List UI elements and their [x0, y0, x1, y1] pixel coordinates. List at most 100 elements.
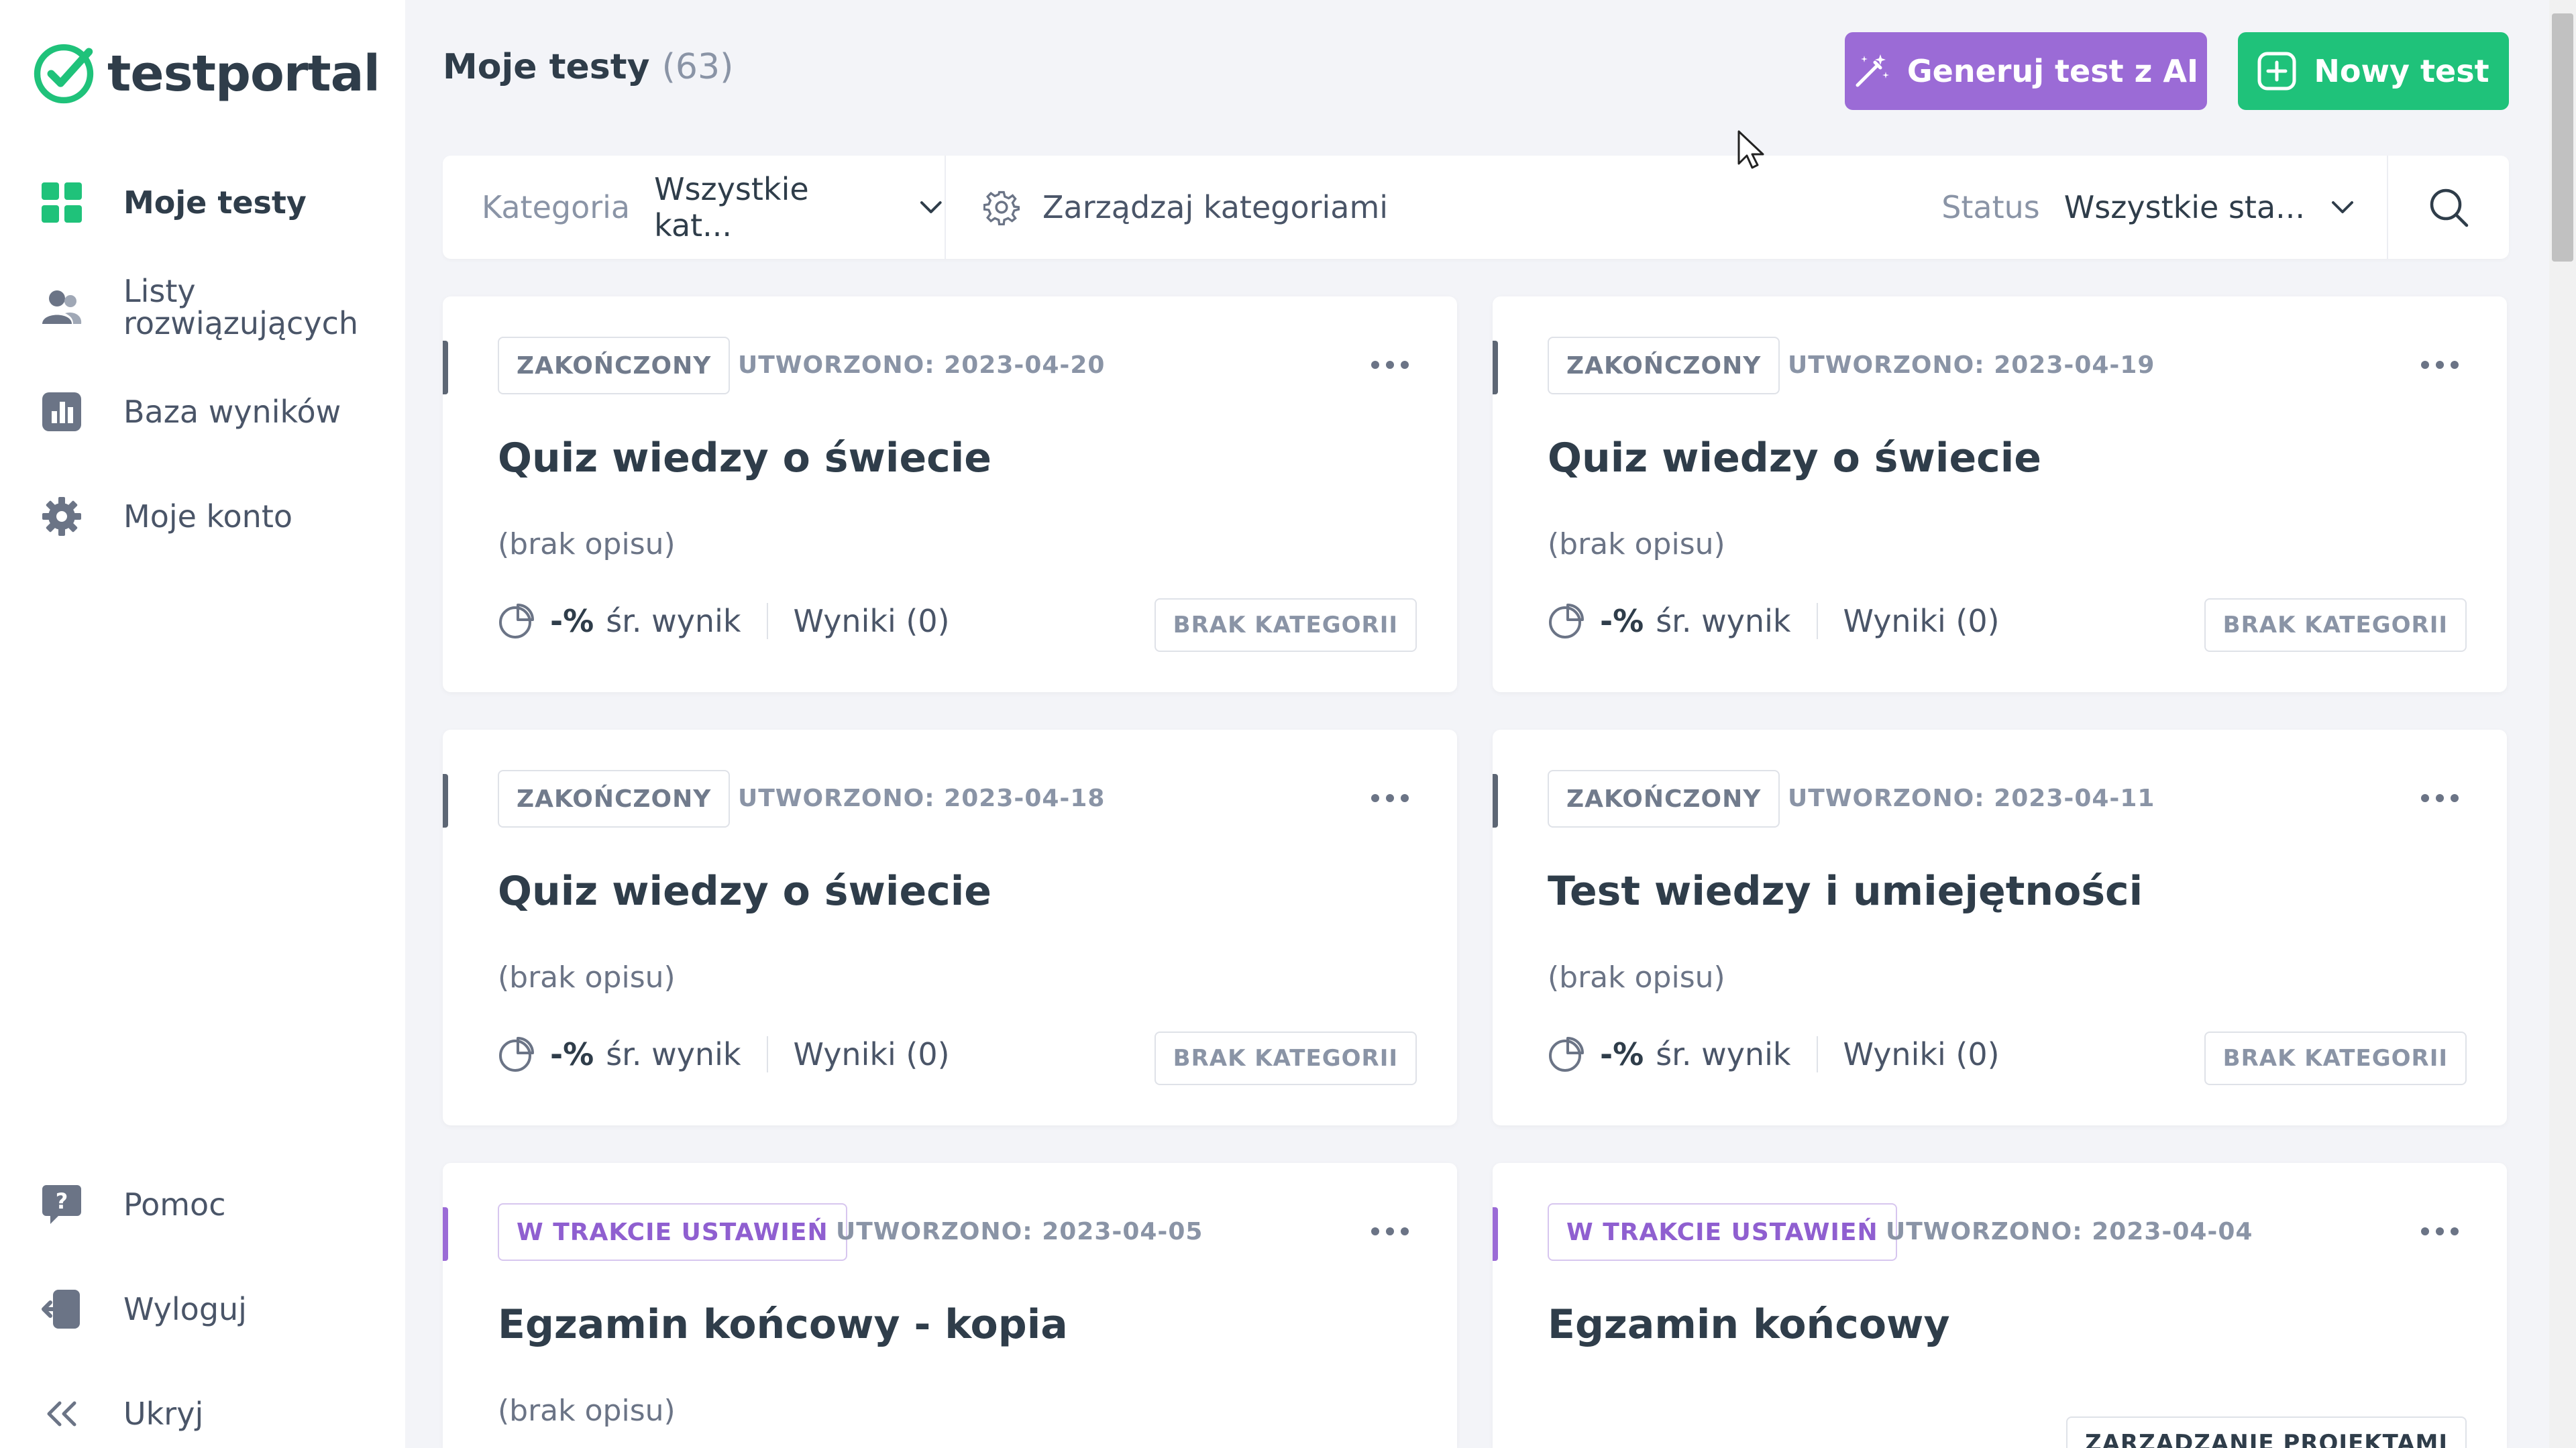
manage-categories-link[interactable]: Zarządzaj kategoriami	[946, 156, 1941, 259]
results-link[interactable]: Wyniki (0)	[794, 1036, 950, 1072]
avg-score-label: śr. wynik	[606, 1036, 741, 1072]
test-card[interactable]: ZAKOŃCZONY UTWORZONO: 2023-04-20 Quiz wi…	[443, 296, 1457, 692]
sidebar-item-label: Moje testy	[123, 184, 307, 221]
sidebar-item-baza-wynikow[interactable]: Baza wyników	[40, 390, 341, 433]
category-tag[interactable]: BRAK KATEGORII	[2204, 598, 2467, 652]
scrollbar[interactable]	[2549, 0, 2576, 1448]
avg-score-value: -%	[1600, 603, 1644, 639]
sidebar-item-moje-testy[interactable]: Moje testy	[40, 181, 307, 224]
new-test-label: Nowy test	[2314, 53, 2489, 89]
category-label: Kategoria	[482, 189, 631, 225]
pie-chart-icon	[1549, 604, 1584, 638]
sidebar-item-ukryj[interactable]: Ukryj	[40, 1392, 203, 1435]
more-options-icon[interactable]	[1370, 785, 1410, 812]
test-description: (brak opisu)	[498, 1394, 676, 1428]
bar-chart-icon	[40, 390, 83, 433]
users-icon	[40, 286, 83, 329]
logo[interactable]: testportal	[32, 40, 380, 107]
results-link[interactable]: Wyniki (0)	[1843, 1036, 2000, 1072]
more-options-icon[interactable]	[1370, 1218, 1410, 1245]
category-filter[interactable]: Kategoria Wszystkie kat...	[443, 156, 946, 259]
test-card[interactable]: ZAKOŃCZONY UTWORZONO: 2023-04-19 Quiz wi…	[1493, 296, 2507, 692]
page-title: Moje testy (63)	[443, 47, 734, 87]
status-badge: ZAKOŃCZONY	[1548, 337, 1780, 394]
category-value: Wszystkie kat...	[654, 171, 809, 243]
sidebar-item-moje-konto[interactable]: Moje konto	[40, 495, 292, 538]
results-link[interactable]: Wyniki (0)	[1843, 603, 2000, 639]
test-count: (63)	[661, 47, 734, 87]
search-button[interactable]	[2388, 156, 2509, 259]
more-options-icon[interactable]	[2420, 1218, 2460, 1245]
category-tag[interactable]: ZARZĄDZANIE PROJEKTAMI	[2065, 1416, 2467, 1448]
test-description: (brak opisu)	[498, 527, 676, 561]
status-filter[interactable]: Status Wszystkie sta...	[1941, 156, 2388, 259]
category-tag[interactable]: BRAK KATEGORII	[2204, 1032, 2467, 1085]
avg-score-value: -%	[550, 603, 594, 639]
test-card[interactable]: ZAKOŃCZONY UTWORZONO: 2023-04-18 Quiz wi…	[443, 730, 1457, 1125]
card-accent	[443, 1207, 448, 1261]
test-title[interactable]: Test wiedzy i umiejętności	[1548, 868, 2143, 915]
avg-score-value: -%	[1600, 1036, 1644, 1072]
divider	[766, 1036, 768, 1072]
sidebar-item-label: Wyloguj	[123, 1291, 247, 1327]
test-card[interactable]: ZAKOŃCZONY UTWORZONO: 2023-04-11 Test wi…	[1493, 730, 2507, 1125]
test-description: (brak opisu)	[498, 960, 676, 995]
mouse-cursor-icon	[1737, 130, 1764, 169]
status-badge: ZAKOŃCZONY	[1548, 770, 1780, 828]
double-chevron-left-icon	[40, 1392, 83, 1435]
grid-icon	[40, 181, 83, 224]
chevron-down-icon	[920, 201, 943, 213]
gear-icon	[40, 495, 83, 538]
test-title[interactable]: Egzamin końcowy - kopia	[498, 1301, 1068, 1348]
test-title[interactable]: Quiz wiedzy o świecie	[498, 435, 991, 482]
more-options-icon[interactable]	[2420, 785, 2460, 812]
created-date: UTWORZONO: 2023-04-20	[738, 351, 1106, 379]
scrollbar-thumb[interactable]	[2552, 13, 2573, 262]
card-accent	[443, 774, 448, 828]
category-tag[interactable]: BRAK KATEGORII	[1154, 598, 1417, 652]
more-options-icon[interactable]	[1370, 351, 1410, 378]
test-card[interactable]: W TRAKCIE USTAWIEŃ UTWORZONO: 2023-04-05…	[443, 1163, 1457, 1448]
sidebar: testportal Moje testy Listy rozwiązujący…	[0, 0, 405, 1448]
svg-text:?: ?	[56, 1188, 68, 1214]
status-badge: ZAKOŃCZONY	[498, 770, 731, 828]
results-link[interactable]: Wyniki (0)	[794, 603, 950, 639]
test-title[interactable]: Egzamin końcowy	[1548, 1301, 1950, 1348]
pie-chart-icon	[499, 604, 534, 638]
filter-bar: Kategoria Wszystkie kat... Zarządzaj kat…	[443, 156, 2509, 259]
sidebar-item-pomoc[interactable]: ? Pomoc	[40, 1183, 226, 1226]
sidebar-item-label: Moje konto	[123, 498, 293, 535]
status-badge: W TRAKCIE USTAWIEŃ	[498, 1203, 847, 1261]
test-title[interactable]: Quiz wiedzy o świecie	[1548, 435, 2041, 482]
card-accent	[1493, 1207, 1498, 1261]
sidebar-item-listy[interactable]: Listy rozwiązujących	[40, 273, 359, 341]
manage-categories-label: Zarządzaj kategoriami	[1042, 189, 1389, 225]
more-options-icon[interactable]	[2420, 351, 2460, 378]
search-icon	[2430, 188, 2469, 227]
test-stats: -% śr. wynik Wyniki (0)	[498, 1036, 950, 1073]
category-tag[interactable]: BRAK KATEGORII	[1154, 1032, 1417, 1085]
logout-icon	[40, 1288, 83, 1331]
card-accent	[443, 341, 448, 394]
generate-ai-button[interactable]: Generuj test z AI	[1845, 32, 2207, 110]
logo-text: testportal	[107, 45, 380, 103]
magic-wand-icon	[1856, 54, 1889, 87]
sidebar-item-wyloguj[interactable]: Wyloguj	[40, 1288, 247, 1331]
status-badge: ZAKOŃCZONY	[498, 337, 731, 394]
created-date: UTWORZONO: 2023-04-05	[836, 1218, 1203, 1245]
sidebar-item-label: Baza wyników	[123, 394, 341, 430]
pie-chart-icon	[499, 1037, 534, 1072]
status-label: Status	[1941, 189, 2040, 225]
sidebar-item-label: Ukryj	[123, 1396, 204, 1432]
gear-outline-icon	[983, 190, 1020, 225]
avg-score-label: śr. wynik	[1656, 1036, 1791, 1072]
test-description: (brak opisu)	[1548, 960, 1725, 995]
divider	[1816, 603, 1818, 639]
sidebar-item-label: Listy rozwiązujących	[123, 273, 359, 341]
test-card[interactable]: W TRAKCIE USTAWIEŃ UTWORZONO: 2023-04-04…	[1493, 1163, 2507, 1448]
new-test-button[interactable]: Nowy test	[2238, 32, 2509, 110]
plus-square-icon	[2257, 52, 2296, 91]
test-stats: -% śr. wynik Wyniki (0)	[1548, 1036, 2000, 1073]
test-title[interactable]: Quiz wiedzy o świecie	[498, 868, 991, 915]
app: testportal Moje testy Listy rozwiązujący…	[0, 0, 2576, 1448]
